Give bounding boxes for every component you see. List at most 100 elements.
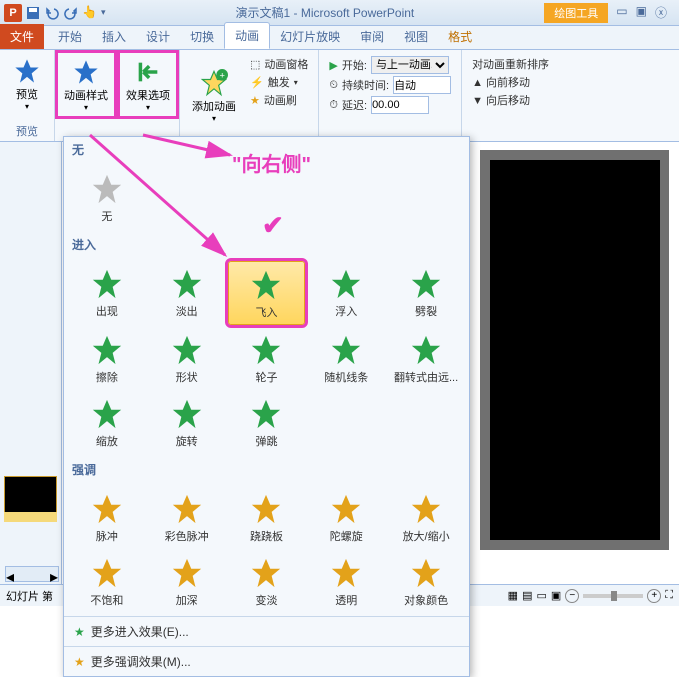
- slide-thumbnail[interactable]: [4, 476, 57, 514]
- view-reading-icon[interactable]: ▭: [536, 589, 546, 602]
- gallery-item-entrance[interactable]: 弹跳: [228, 391, 306, 453]
- delay-icon: ⏱: [329, 99, 338, 112]
- play-icon: ▶: [329, 59, 337, 72]
- tab-slideshow[interactable]: 幻灯片放映: [270, 24, 350, 49]
- group-timing: ▶开始:与上一动画... ⏲持续时间: ⏱延迟:: [319, 50, 462, 141]
- gallery-item-entrance[interactable]: 出现: [68, 261, 146, 325]
- save-icon[interactable]: [25, 5, 41, 21]
- start-select[interactable]: 与上一动画...: [371, 56, 449, 74]
- animation-painter-button[interactable]: ★动画刷: [250, 92, 308, 108]
- slide-canvas[interactable]: [490, 160, 660, 540]
- gallery-item-entrance[interactable]: 浮入: [307, 261, 385, 325]
- gallery-item-entrance[interactable]: 形状: [148, 327, 226, 389]
- gallery-item-emphasis[interactable]: 跷跷板: [228, 486, 306, 548]
- horizontal-scrollbar[interactable]: ◂▸: [5, 566, 59, 582]
- quick-access-toolbar: P 👆 ▾: [4, 4, 106, 22]
- star-icon: [327, 554, 365, 592]
- gallery-item-emphasis[interactable]: 放大/缩小: [387, 486, 465, 548]
- zoom-out-button[interactable]: −: [565, 589, 579, 603]
- gallery-item-emphasis[interactable]: 透明: [307, 550, 385, 612]
- effect-options-label: 效果选项: [126, 87, 170, 103]
- gallery-item-entrance[interactable]: 飞入: [228, 261, 306, 325]
- close-icon[interactable]: ⓧ: [655, 4, 667, 21]
- preview-button[interactable]: 预览 ▾: [4, 52, 50, 115]
- undo-icon[interactable]: [44, 5, 60, 21]
- star-icon: [247, 554, 285, 592]
- delay-input[interactable]: [371, 96, 429, 114]
- gallery-item-entrance[interactable]: 缩放: [68, 391, 146, 453]
- star-icon: [168, 331, 206, 369]
- annotation-check-icon: ✔: [262, 210, 284, 241]
- group-advanced: + 添加动画 ▾ ⬚动画窗格 ⚡触发▾ ★动画刷: [180, 50, 319, 141]
- slide-thumbnail-panel: [0, 142, 62, 586]
- view-normal-icon[interactable]: ▦: [508, 589, 518, 602]
- zoom-in-button[interactable]: +: [647, 589, 661, 603]
- view-slideshow-icon[interactable]: ▣: [551, 589, 561, 602]
- effect-options-button[interactable]: 效果选项 ▾: [117, 50, 179, 119]
- tab-file[interactable]: 文件: [0, 24, 44, 49]
- view-sorter-icon[interactable]: ▤: [522, 589, 532, 602]
- maximize-icon[interactable]: ▣: [636, 4, 647, 21]
- gallery-item-entrance[interactable]: 淡出: [148, 261, 226, 325]
- lightning-icon: ⚡: [250, 76, 264, 89]
- star-icon: [247, 490, 285, 528]
- status-slide-label: 幻灯片 第: [6, 588, 53, 604]
- trigger-button[interactable]: ⚡触发▾: [250, 74, 308, 90]
- contextual-tab-label: 绘图工具: [544, 3, 608, 23]
- gallery-item-emphasis[interactable]: 不饱和: [68, 550, 146, 612]
- animation-pane-button[interactable]: ⬚动画窗格: [250, 56, 308, 72]
- anim-style-label: 动画样式: [64, 87, 108, 103]
- gallery-item-entrance[interactable]: 劈裂: [387, 261, 465, 325]
- gallery-item-entrance[interactable]: 擦除: [68, 327, 146, 389]
- move-later-button[interactable]: ▼ 向后移动: [472, 92, 549, 108]
- gallery-item-none[interactable]: 无: [68, 166, 146, 228]
- star-icon: [327, 331, 365, 369]
- minimize-icon[interactable]: ▭: [616, 4, 627, 21]
- star-icon: [88, 265, 126, 303]
- gallery-item-entrance[interactable]: 旋转: [148, 391, 226, 453]
- more-entrance-effects[interactable]: ★更多进入效果(E)...: [64, 616, 469, 646]
- gallery-item-emphasis[interactable]: 脉冲: [68, 486, 146, 548]
- tab-home[interactable]: 开始: [48, 24, 92, 49]
- gallery-item-emphasis[interactable]: 对象颜色: [387, 550, 465, 612]
- more-emphasis-effects[interactable]: ★更多强调效果(M)...: [64, 646, 469, 676]
- hand-icon[interactable]: 👆: [82, 5, 98, 21]
- gallery-item-entrance[interactable]: 轮子: [228, 327, 306, 389]
- tab-view[interactable]: 视图: [394, 24, 438, 49]
- star-icon: [88, 170, 126, 208]
- gallery-item-emphasis[interactable]: 彩色脉冲: [148, 486, 226, 548]
- tab-review[interactable]: 审阅: [350, 24, 394, 49]
- fit-icon[interactable]: ⛶: [665, 589, 673, 602]
- advanced-anim-buttons: ⬚动画窗格 ⚡触发▾ ★动画刷: [244, 52, 314, 139]
- emphasis-grid: 脉冲彩色脉冲跷跷板陀螺旋放大/缩小不饱和加深变淡透明对象颜色: [64, 482, 469, 616]
- tab-design[interactable]: 设计: [136, 24, 180, 49]
- window-title: 演示文稿1 - Microsoft PowerPoint: [106, 4, 545, 21]
- move-earlier-button[interactable]: ▲ 向前移动: [472, 74, 549, 90]
- gallery-item-emphasis[interactable]: 加深: [148, 550, 226, 612]
- gallery-item-emphasis[interactable]: 陀螺旋: [307, 486, 385, 548]
- start-row: ▶开始:与上一动画...: [329, 56, 451, 74]
- star-icon: [407, 554, 445, 592]
- add-animation-button[interactable]: + 添加动画 ▾: [184, 52, 244, 139]
- tab-insert[interactable]: 插入: [92, 24, 136, 49]
- gallery-item-entrance[interactable]: 翻转式由远...: [387, 327, 465, 389]
- annotation-direction: "向右侧": [232, 148, 311, 177]
- star-icon: [88, 490, 126, 528]
- ribbon: 预览 ▾ 预览 动画样式 ▾ 效果选项 ▾ + 添加动画 ▾: [0, 50, 679, 142]
- gallery-item-emphasis[interactable]: 变淡: [228, 550, 306, 612]
- group-label-preview: 预览: [4, 121, 50, 139]
- star-icon: [88, 395, 126, 433]
- star-icon: [168, 554, 206, 592]
- tab-transition[interactable]: 切换: [180, 24, 224, 49]
- redo-icon[interactable]: [63, 5, 79, 21]
- app-icon[interactable]: P: [4, 4, 22, 22]
- duration-row: ⏲持续时间:: [329, 76, 451, 94]
- group-preview: 预览 ▾ 预览: [0, 50, 55, 141]
- tab-animation[interactable]: 动画: [224, 22, 270, 49]
- zoom-slider[interactable]: [583, 594, 643, 598]
- dropdown-icon: ▾: [212, 114, 216, 123]
- animation-style-button[interactable]: 动画样式 ▾: [55, 50, 117, 119]
- gallery-item-entrance[interactable]: 随机线条: [307, 327, 385, 389]
- duration-input[interactable]: [393, 76, 451, 94]
- tab-format[interactable]: 格式: [438, 24, 482, 49]
